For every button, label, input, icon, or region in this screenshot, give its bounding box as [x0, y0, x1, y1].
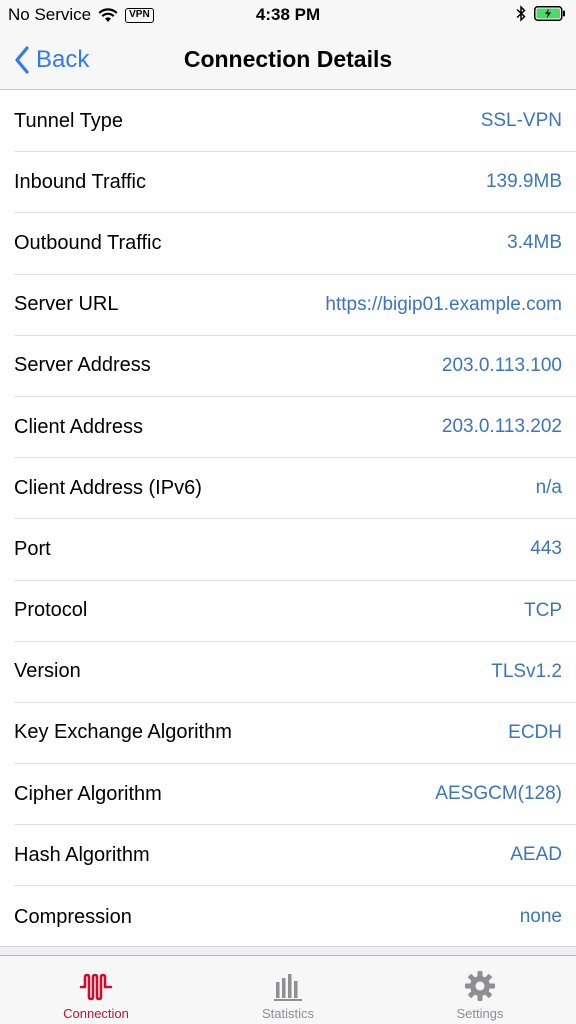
detail-row-key-exchange: Key Exchange Algorithm ECDH [14, 703, 576, 765]
detail-value: 443 [530, 538, 562, 560]
bluetooth-icon [516, 5, 526, 22]
detail-row-hash-algorithm: Hash Algorithm AEAD [14, 825, 576, 887]
list-bottom-separator [0, 946, 576, 955]
connection-waveform-icon [79, 973, 113, 1001]
detail-value: https://bigip01.example.com [325, 293, 562, 315]
detail-value: 203.0.113.100 [441, 354, 562, 376]
tab-label: Connection [63, 1006, 129, 1021]
status-bar: No Service VPN 4:38 PM [0, 0, 576, 30]
detail-value: 3.4MB [507, 232, 562, 254]
detail-row-client-address: Client Address 203.0.113.202 [14, 397, 576, 459]
detail-value: n/a [535, 477, 562, 499]
status-time: 4:38 PM [255, 5, 321, 24]
detail-label: Version [14, 660, 81, 683]
detail-value: AESGCM(128) [435, 783, 562, 805]
tab-settings[interactable]: Settings [384, 956, 576, 1024]
detail-row-version: Version TLSv1.2 [14, 642, 576, 703]
detail-label: Compression [14, 905, 132, 928]
detail-label: Server URL [14, 293, 119, 316]
detail-label: Server Address [14, 354, 151, 377]
detail-value: ECDH [508, 721, 562, 743]
detail-label: Port [14, 537, 51, 560]
detail-row-tunnel-type: Tunnel Type SSL-VPN [14, 91, 576, 153]
bar-chart-icon [274, 974, 302, 1001]
detail-value: AEAD [510, 844, 562, 866]
tab-label: Settings [456, 1006, 504, 1021]
detail-label: Hash Algorithm [14, 843, 150, 866]
gear-icon [465, 971, 495, 1001]
status-right [516, 5, 566, 22]
navigation-bar: Back Connection Details [0, 30, 576, 90]
detail-value: 139.9MB [485, 171, 562, 193]
detail-row-compression: Compression none [0, 886, 576, 947]
page-title: Connection Details [183, 46, 393, 72]
detail-value: TCP [524, 599, 562, 621]
detail-label: Client Address [14, 415, 143, 438]
detail-value: 203.0.113.202 [441, 416, 562, 438]
detail-label: Tunnel Type [14, 109, 123, 132]
battery-charging-icon [534, 6, 565, 21]
tab-label: Statistics [261, 1006, 314, 1021]
connection-details-list: Tunnel Type SSL-VPN Inbound Traffic 139.… [0, 91, 576, 948]
detail-label: Inbound Traffic [14, 170, 146, 193]
tab-connection[interactable]: Connection [0, 956, 192, 1024]
tab-bar: Connection Statistics Settings [0, 955, 576, 1024]
detail-label: Key Exchange Algorithm [14, 721, 232, 744]
detail-row-port: Port 443 [14, 519, 576, 581]
detail-row-server-url: Server URL https://bigip01.example.com [14, 275, 576, 336]
detail-label: Outbound Traffic [14, 231, 162, 254]
detail-value: SSL-VPN [480, 110, 562, 132]
detail-row-inbound-traffic: Inbound Traffic 139.9MB [14, 152, 576, 214]
detail-row-cipher-algorithm: Cipher Algorithm AESGCM(128) [14, 764, 576, 826]
detail-row-protocol: Protocol TCP [14, 581, 576, 642]
tab-statistics[interactable]: Statistics [192, 956, 384, 1024]
detail-value: TLSv1.2 [491, 660, 562, 682]
detail-row-server-address: Server Address 203.0.113.100 [14, 336, 576, 397]
detail-row-client-address-ipv6: Client Address (IPv6) n/a [14, 458, 576, 520]
detail-label: Client Address (IPv6) [14, 476, 202, 499]
detail-label: Protocol [14, 599, 88, 622]
detail-row-outbound-traffic: Outbound Traffic 3.4MB [14, 213, 576, 275]
detail-label: Cipher Algorithm [14, 782, 162, 805]
detail-value: none [519, 906, 562, 928]
